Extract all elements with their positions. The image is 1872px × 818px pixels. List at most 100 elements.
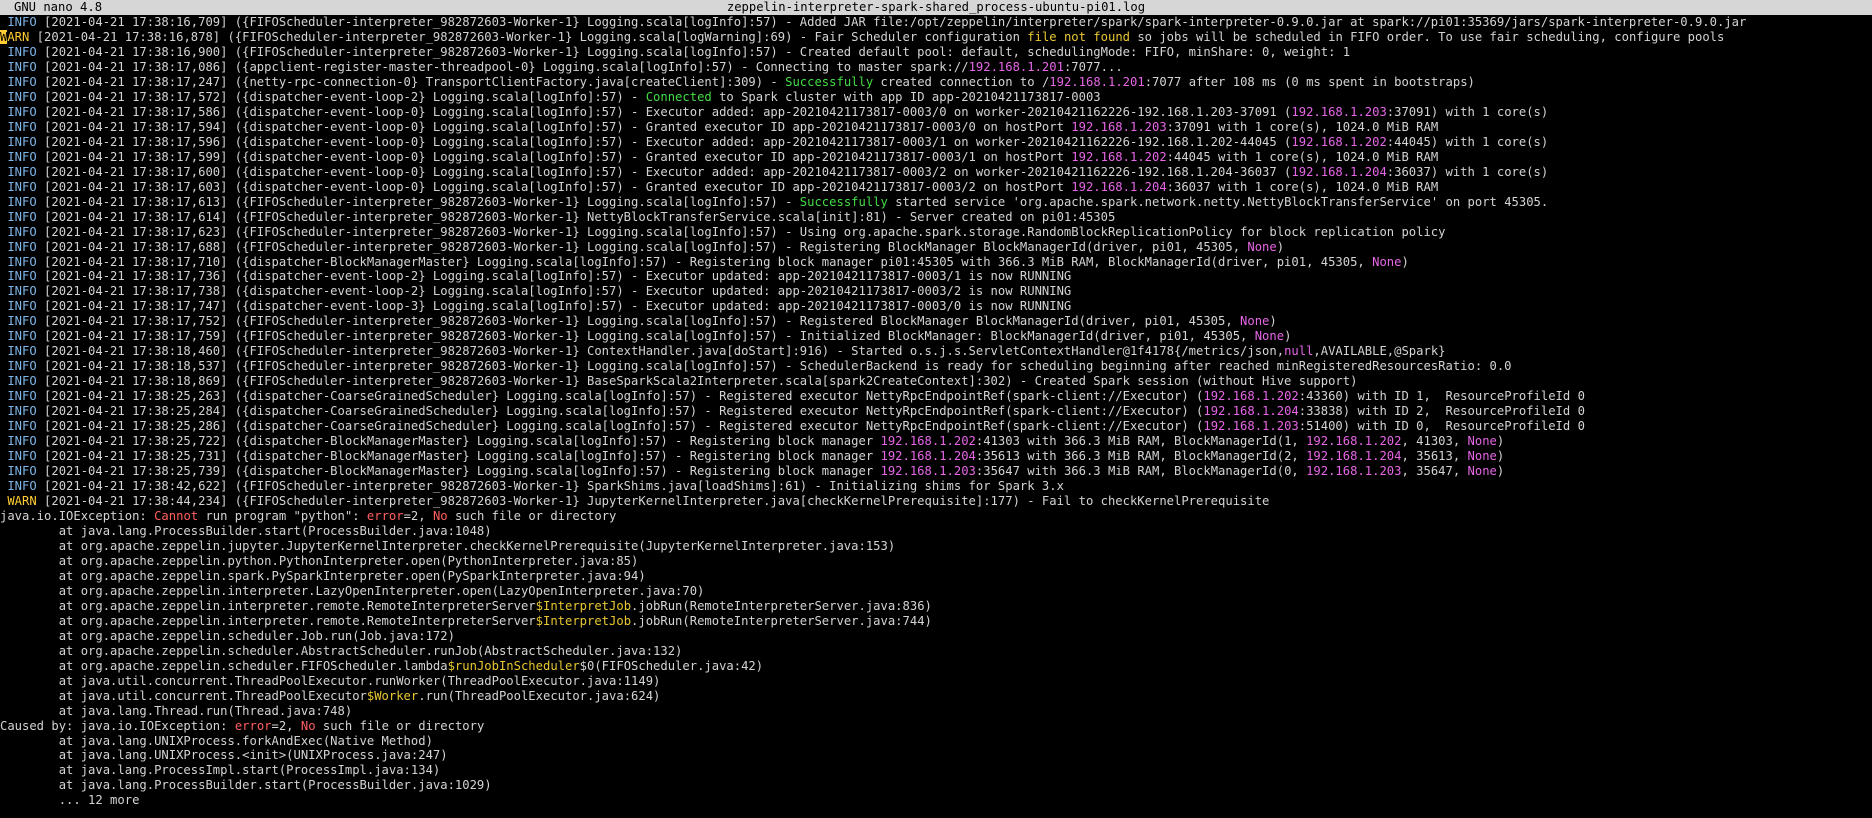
level-tag-info: INFO — [0, 44, 37, 59]
log-line[interactable]: INFO [2021-04-21 17:38:17,572] ({dispatc… — [0, 90, 1872, 105]
editor-version[interactable]: GNU nano 4.8 — [14, 0, 102, 15]
log-line[interactable]: INFO [2021-04-21 17:38:17,614] ({FIFOSch… — [0, 210, 1872, 225]
log-text: [2021-04-21 17:38:17,586] ({dispatcher-e… — [36, 104, 1292, 119]
log-line[interactable]: INFO [2021-04-21 17:38:17,747] ({dispatc… — [0, 299, 1872, 314]
level-tag-info: INFO — [0, 149, 37, 164]
log-line[interactable]: INFO [2021-04-21 17:38:17,759] ({FIFOSch… — [0, 329, 1872, 344]
log-line[interactable]: INFO [2021-04-21 17:38:18,869] ({FIFOSch… — [0, 374, 1872, 389]
log-line[interactable]: INFO [2021-04-21 17:38:42,622] ({FIFOSch… — [0, 479, 1872, 494]
log-text: at org.apache.zeppelin.interpreter.remot… — [0, 613, 536, 628]
log-line[interactable]: at org.apache.zeppelin.interpreter.LazyO… — [0, 584, 1872, 599]
log-line[interactable]: INFO [2021-04-21 17:38:17,596] ({dispatc… — [0, 135, 1872, 150]
log-text: created connection to / — [873, 74, 1050, 89]
level-tag-warn: WARN — [0, 494, 37, 508]
level-tag-info: INFO — [0, 419, 37, 434]
log-line[interactable]: INFO [2021-04-21 17:38:17,752] ({FIFOSch… — [0, 314, 1872, 329]
log-line[interactable]: at org.apache.zeppelin.spark.PySparkInte… — [0, 569, 1872, 584]
log-text: [2021-04-21 17:38:18,869] ({FIFOSchedule… — [36, 374, 1358, 389]
log-line[interactable]: at java.lang.ProcessBuilder.start(Proces… — [0, 778, 1872, 793]
log-line[interactable]: INFO [2021-04-21 17:38:17,613] ({FIFOSch… — [0, 195, 1872, 210]
log-text: $0(FIFOScheduler.java:42) — [579, 658, 764, 673]
log-line[interactable]: at org.apache.zeppelin.scheduler.Abstrac… — [0, 644, 1872, 659]
log-text: :36037 with 1 core(s), 1024.0 MiB RAM — [1166, 179, 1439, 194]
log-line[interactable]: INFO [2021-04-21 17:38:25,263] ({dispatc… — [0, 389, 1872, 404]
log-line[interactable]: at java.util.concurrent.ThreadPoolExecut… — [0, 674, 1872, 689]
log-line[interactable]: at java.lang.ProcessImpl.start(ProcessIm… — [0, 763, 1872, 778]
log-line[interactable]: INFO [2021-04-21 17:38:16,900] ({FIFOSch… — [0, 45, 1872, 60]
log-text-area[interactable]: INFO [2021-04-21 17:38:16,709] ({FIFOSch… — [0, 15, 1872, 818]
highlighted-value: 192.168.1.204 — [1071, 179, 1167, 194]
log-line[interactable]: at java.lang.UNIXProcess.<init>(UNIXProc… — [0, 748, 1872, 763]
log-line[interactable]: INFO [2021-04-21 17:38:17,688] ({FIFOSch… — [0, 240, 1872, 255]
highlighted-value: None — [1467, 449, 1497, 464]
log-text: at org.apache.zeppelin.jupyter.JupyterKe… — [0, 538, 896, 553]
log-line[interactable]: at java.util.concurrent.ThreadPoolExecut… — [0, 689, 1872, 704]
log-text: [2021-04-21 17:38:17,747] ({dispatcher-e… — [36, 299, 1072, 314]
log-line[interactable]: INFO [2021-04-21 17:38:17,738] ({dispatc… — [0, 284, 1872, 299]
highlighted-token: $Worker — [366, 688, 419, 703]
log-text: [2021-04-21 17:38:16,709] ({FIFOSchedule… — [36, 15, 1747, 29]
log-line[interactable]: INFO [2021-04-21 17:38:25,731] ({dispatc… — [0, 449, 1872, 464]
error-keyword: No — [432, 508, 448, 523]
log-line[interactable]: at org.apache.zeppelin.python.PythonInte… — [0, 554, 1872, 569]
log-text: [2021-04-21 17:38:17,599] ({dispatcher-e… — [36, 149, 1072, 164]
log-line[interactable]: Caused by: java.io.IOException: error=2,… — [0, 719, 1872, 734]
log-line[interactable]: at org.apache.zeppelin.interpreter.remot… — [0, 614, 1872, 629]
log-line[interactable]: INFO [2021-04-21 17:38:17,710] ({dispatc… — [0, 255, 1872, 270]
level-tag-warn: ARN — [7, 29, 30, 44]
log-text: :35613 with 366.3 MiB RAM, BlockManagerI… — [975, 449, 1307, 464]
log-text: :43360) with ID 1, ResourceProfileId 0 — [1298, 389, 1585, 404]
log-line[interactable]: INFO [2021-04-21 17:38:17,247] ({netty-r… — [0, 75, 1872, 90]
log-line[interactable]: at org.apache.zeppelin.scheduler.Job.run… — [0, 629, 1872, 644]
log-line[interactable]: INFO [2021-04-21 17:38:17,600] ({dispatc… — [0, 165, 1872, 180]
log-text: :51400) with ID 0, ResourceProfileId 0 — [1298, 419, 1585, 434]
log-text: ) — [1276, 239, 1285, 254]
highlighted-value: 192.168.1.203 — [1291, 104, 1387, 119]
level-tag-info: INFO — [0, 179, 37, 194]
log-text: ) — [1496, 434, 1505, 449]
log-text: [2021-04-21 17:38:18,537] ({FIFOSchedule… — [36, 359, 1512, 374]
log-line[interactable]: WARN [2021-04-21 17:38:16,878] ({FIFOSch… — [0, 29, 1872, 45]
log-line[interactable]: INFO [2021-04-21 17:38:17,736] ({dispatc… — [0, 269, 1872, 284]
log-text: :41303 with 366.3 MiB RAM, BlockManagerI… — [975, 434, 1307, 449]
log-line[interactable]: INFO [2021-04-21 17:38:17,603] ({dispatc… — [0, 180, 1872, 195]
log-text: , 35613, — [1401, 449, 1468, 464]
log-text: started service 'org.apache.spark.networ… — [887, 194, 1549, 209]
level-tag-info: INFO — [0, 314, 37, 329]
log-line[interactable]: INFO [2021-04-21 17:38:17,586] ({dispatc… — [0, 105, 1872, 120]
log-line[interactable]: at org.apache.zeppelin.jupyter.JupyterKe… — [0, 539, 1872, 554]
log-line[interactable]: WARN [2021-04-21 17:38:44,234] ({FIFOSch… — [0, 494, 1872, 509]
log-text: [2021-04-21 17:38:17,600] ({dispatcher-e… — [36, 164, 1292, 179]
log-text: [2021-04-21 17:38:17,613] ({FIFOSchedule… — [36, 194, 800, 209]
success-keyword: Successfully — [785, 74, 874, 89]
log-line[interactable]: INFO [2021-04-21 17:38:18,460] ({FIFOSch… — [0, 344, 1872, 359]
log-line[interactable]: at java.lang.ProcessBuilder.start(Proces… — [0, 524, 1872, 539]
log-line[interactable]: INFO [2021-04-21 17:38:16,709] ({FIFOSch… — [0, 15, 1872, 30]
success-keyword: Successfully — [799, 194, 888, 209]
log-line[interactable]: INFO [2021-04-21 17:38:18,537] ({FIFOSch… — [0, 359, 1872, 374]
log-text: at java.lang.ProcessBuilder.start(Proces… — [0, 523, 492, 538]
log-line[interactable]: INFO [2021-04-21 17:38:17,594] ({dispatc… — [0, 120, 1872, 135]
level-tag-info: INFO — [0, 479, 37, 494]
log-line[interactable]: INFO [2021-04-21 17:38:25,739] ({dispatc… — [0, 464, 1872, 479]
log-text: [2021-04-21 17:38:17,086] ({appclient-re… — [36, 59, 969, 74]
log-line[interactable]: ... 12 more — [0, 793, 1872, 808]
log-line[interactable]: at org.apache.zeppelin.interpreter.remot… — [0, 599, 1872, 614]
log-line[interactable]: INFO [2021-04-21 17:38:25,284] ({dispatc… — [0, 404, 1872, 419]
log-line[interactable]: INFO [2021-04-21 17:38:25,722] ({dispatc… — [0, 434, 1872, 449]
log-line[interactable]: INFO [2021-04-21 17:38:17,086] ({appclie… — [0, 60, 1872, 75]
log-line[interactable]: INFO [2021-04-21 17:38:17,599] ({dispatc… — [0, 150, 1872, 165]
log-text: [2021-04-21 17:38:25,722] ({dispatcher-B… — [36, 434, 881, 449]
log-line[interactable]: at org.apache.zeppelin.scheduler.FIFOSch… — [0, 659, 1872, 674]
level-tag-info: INFO — [0, 299, 37, 314]
log-line[interactable]: java.io.IOException: Cannot run program … — [0, 509, 1872, 524]
log-line[interactable]: at java.lang.UNIXProcess.forkAndExec(Nat… — [0, 734, 1872, 749]
log-text: :44045 with 1 core(s), 1024.0 MiB RAM — [1166, 149, 1439, 164]
log-text: at org.apache.zeppelin.scheduler.FIFOSch… — [0, 658, 448, 673]
log-line[interactable]: at java.lang.Thread.run(Thread.java:748) — [0, 704, 1872, 719]
log-text: ) — [1269, 314, 1277, 329]
level-tag-info: INFO — [0, 15, 37, 29]
log-text: at org.apache.zeppelin.spark.PySparkInte… — [0, 568, 646, 583]
log-line[interactable]: INFO [2021-04-21 17:38:17,623] ({FIFOSch… — [0, 225, 1872, 240]
log-line[interactable]: INFO [2021-04-21 17:38:25,286] ({dispatc… — [0, 419, 1872, 434]
